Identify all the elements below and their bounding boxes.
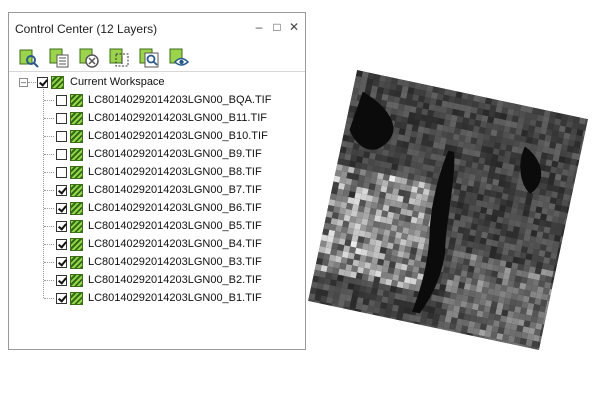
eye-icon: [169, 48, 190, 66]
layer-row[interactable]: LC80140292014203LGN00_B1.TIF: [56, 289, 262, 307]
raster-layer-icon: [70, 183, 83, 197]
control-center-panel: Control Center (12 Layers) ‒ □ ✕ – Curren…: [8, 12, 306, 350]
tree-connector: [44, 208, 54, 209]
zoom-layer-icon: [139, 48, 159, 68]
workspace-node[interactable]: Current Workspace: [37, 73, 165, 91]
tree-connector: [44, 244, 54, 245]
raster-layer-icon: [70, 129, 83, 143]
maximize-button[interactable]: □: [269, 19, 285, 35]
raster-layer-icon: [70, 273, 83, 287]
layer-label: LC80140292014203LGN00_B10.TIF: [88, 130, 268, 142]
layer-checkbox[interactable]: [56, 274, 67, 286]
layer-label: LC80140292014203LGN00_B3.TIF: [88, 256, 262, 268]
tree-connector: [44, 154, 54, 155]
layer-label: LC80140292014203LGN00_B7.TIF: [88, 184, 262, 196]
tree-connector: [44, 226, 54, 227]
close-button[interactable]: ✕: [286, 19, 302, 35]
layer-row[interactable]: LC80140292014203LGN00_BQA.TIF: [56, 91, 271, 109]
layer-row[interactable]: LC80140292014203LGN00_B10.TIF: [56, 127, 268, 145]
layer-checkbox[interactable]: [56, 94, 67, 106]
layer-checkbox[interactable]: [56, 238, 67, 250]
layer-checkbox[interactable]: [56, 256, 67, 268]
layer-label: LC80140292014203LGN00_B9.TIF: [88, 148, 262, 160]
raster-layer-icon: [70, 201, 83, 215]
layer-label: LC80140292014203LGN00_B11.TIF: [88, 112, 267, 124]
tree-connector: [28, 82, 36, 83]
layer-toolbar: [17, 46, 297, 70]
satellite-image: [308, 70, 588, 350]
add-layer-icon: [19, 49, 39, 68]
panel-titlebar[interactable]: Control Center (12 Layers) ‒ □ ✕: [9, 13, 305, 43]
layer-list-icon: [49, 48, 69, 68]
workspace-icon: [51, 75, 64, 89]
layer-label: LC80140292014203LGN00_B4.TIF: [88, 238, 262, 250]
minimize-button[interactable]: ‒: [251, 19, 267, 35]
layer-row[interactable]: LC80140292014203LGN00_B9.TIF: [56, 145, 262, 163]
layer-checkbox[interactable]: [56, 184, 67, 196]
remove-layer-icon: [79, 48, 99, 68]
layer-row[interactable]: LC80140292014203LGN00_B2.TIF: [56, 271, 262, 289]
layer-label: LC80140292014203LGN00_B2.TIF: [88, 274, 262, 286]
layer-label: LC80140292014203LGN00_B5.TIF: [88, 220, 262, 232]
raster-layer-icon: [70, 93, 83, 107]
raster-layer-icon: [70, 255, 83, 269]
workspace-checkbox[interactable]: [37, 76, 48, 88]
layer-label: LC80140292014203LGN00_BQA.TIF: [88, 94, 272, 106]
layer-row[interactable]: LC80140292014203LGN00_B8.TIF: [56, 163, 262, 181]
tree-connector: [44, 298, 54, 299]
collapse-toggle[interactable]: –: [19, 78, 28, 87]
tree-trunk: [43, 89, 44, 298]
layer-label: LC80140292014203LGN00_B8.TIF: [88, 166, 262, 178]
extent-icon: [109, 48, 129, 67]
layer-checkbox[interactable]: [56, 130, 67, 142]
layer-row[interactable]: LC80140292014203LGN00_B6.TIF: [56, 199, 262, 217]
raster-layer-icon: [70, 147, 83, 161]
layer-checkbox[interactable]: [56, 166, 67, 178]
layer-row[interactable]: LC80140292014203LGN00_B5.TIF: [56, 217, 262, 235]
layer-list-button[interactable]: [47, 46, 71, 70]
raster-layer-icon: [70, 165, 83, 179]
layer-tree: – Current Workspace LC80140292014203LGN00_…: [9, 71, 305, 349]
remove-layer-button[interactable]: [77, 46, 101, 70]
tree-connector: [44, 262, 54, 263]
panel-title: Control Center (12 Layers): [15, 22, 158, 36]
tree-connector: [44, 172, 54, 173]
add-layer-button[interactable]: [17, 46, 41, 70]
tree-connector: [44, 190, 54, 191]
layer-row[interactable]: LC80140292014203LGN00_B7.TIF: [56, 181, 262, 199]
layer-checkbox[interactable]: [56, 112, 67, 124]
layer-checkbox[interactable]: [56, 292, 67, 304]
layer-row[interactable]: LC80140292014203LGN00_B11.TIF: [56, 109, 267, 127]
visibility-button[interactable]: [167, 46, 191, 70]
tree-connector: [44, 136, 54, 137]
layer-checkbox[interactable]: [56, 220, 67, 232]
zoom-layer-button[interactable]: [137, 46, 161, 70]
raster-layer-icon: [70, 111, 83, 125]
tree-connector: [44, 280, 54, 281]
layer-row[interactable]: LC80140292014203LGN00_B4.TIF: [56, 235, 262, 253]
raster-layer-icon: [70, 291, 83, 305]
layer-row[interactable]: LC80140292014203LGN00_B3.TIF: [56, 253, 262, 271]
raster-layer-icon: [70, 219, 83, 233]
extent-button[interactable]: [107, 46, 131, 70]
tree-connector: [44, 118, 54, 119]
workspace-label: Current Workspace: [70, 76, 165, 88]
layer-checkbox[interactable]: [56, 148, 67, 160]
layer-checkbox[interactable]: [56, 202, 67, 214]
raster-layer-icon: [70, 237, 83, 251]
layer-label: LC80140292014203LGN00_B6.TIF: [88, 202, 262, 214]
layer-label: LC80140292014203LGN00_B1.TIF: [88, 292, 262, 304]
tree-connector: [44, 100, 54, 101]
